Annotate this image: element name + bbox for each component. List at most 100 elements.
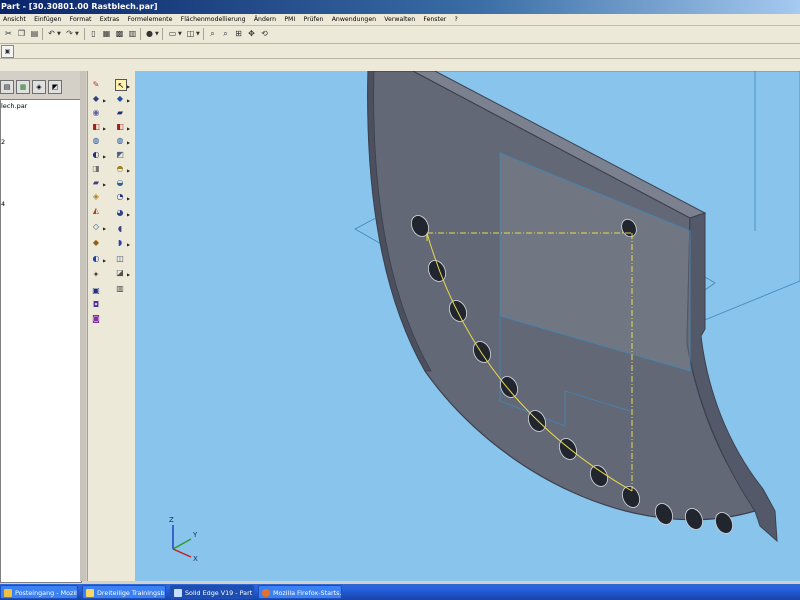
blend-icon[interactable]: ◒ <box>115 177 125 187</box>
chevron-down-icon[interactable]: ▼ <box>57 31 61 37</box>
sketch-icon[interactable]: ✎ <box>91 79 101 89</box>
vent-icon[interactable]: ▣ <box>91 285 101 295</box>
mirror-icon[interactable]: ◭ <box>91 205 101 215</box>
thicken-icon[interactable]: ◗ <box>115 237 125 247</box>
page-icon[interactable]: ▯ <box>88 28 99 39</box>
chevron-down-icon[interactable]: ▼ <box>75 31 79 37</box>
menu-verwalten[interactable]: Verwalten <box>381 14 418 25</box>
menu-ansicht[interactable]: Ansicht <box>0 14 29 25</box>
chevron-down-icon[interactable]: ▼ <box>196 31 200 37</box>
splitter[interactable] <box>80 71 86 581</box>
draft-icon[interactable]: ◆ <box>91 237 101 247</box>
zoom-icon[interactable]: ⌕ <box>220 28 231 39</box>
part-icon[interactable]: ◆ <box>115 93 125 103</box>
view-orientation-icon[interactable]: ◫ <box>185 28 196 39</box>
plane-icon[interactable]: ◇ <box>91 221 101 231</box>
chevron-down-icon[interactable]: ▶ <box>127 272 130 277</box>
menu-help[interactable]: ? <box>452 14 461 25</box>
chevron-down-icon[interactable]: ▶ <box>103 126 106 131</box>
hole-icon[interactable]: ◍ <box>91 135 101 145</box>
print-icon[interactable]: ▦ <box>101 28 112 39</box>
menu-formelemente[interactable]: Formelemente <box>124 14 175 25</box>
hole-icon[interactable]: ◍ <box>115 135 125 145</box>
paste-icon[interactable]: ▤ <box>29 28 40 39</box>
display-mode-icon[interactable]: ▭ <box>167 28 178 39</box>
select-mode-icon[interactable]: ▣ <box>1 45 14 58</box>
chevron-down-icon[interactable]: ▶ <box>103 258 106 263</box>
revolve-icon[interactable]: ◉ <box>91 107 101 117</box>
tree-item-part[interactable]: lech.par <box>1 102 27 110</box>
taskbar-item-firefox[interactable]: Mozilla Firefox-Starts... <box>258 585 342 599</box>
parting-icon[interactable]: ▥ <box>115 283 125 293</box>
menu-pmi[interactable]: PMI <box>281 14 298 25</box>
undo-icon[interactable]: ↶ <box>46 28 57 39</box>
menu-format[interactable]: Format <box>67 14 95 25</box>
taskbar-item-folder[interactable]: Dreiteilige Trainingsbank <box>82 585 166 599</box>
rib-icon[interactable]: ▰ <box>91 177 101 187</box>
thin-wall-icon[interactable]: ◨ <box>91 163 101 173</box>
loft-icon[interactable]: ◕ <box>115 207 125 217</box>
menu-einfuegen[interactable]: Einfügen <box>31 14 64 25</box>
sweep-icon[interactable]: ◔ <box>115 191 125 201</box>
chevron-down-icon[interactable]: ▶ <box>103 226 106 231</box>
web-network-icon[interactable]: ✦ <box>91 269 101 279</box>
sphere-render-icon[interactable]: ● <box>144 28 155 39</box>
chevron-down-icon[interactable]: ▶ <box>127 140 130 145</box>
pan-icon[interactable]: ✥ <box>246 28 257 39</box>
menu-pruefen[interactable]: Prüfen <box>300 14 326 25</box>
fit-icon[interactable]: ⊞ <box>233 28 244 39</box>
menu-anwendungen[interactable]: Anwendungen <box>329 14 379 25</box>
menu-fenster[interactable]: Fenster <box>420 14 449 25</box>
chevron-down-icon[interactable]: ▶ <box>127 242 130 247</box>
layers-icon[interactable]: ◈ <box>32 80 46 94</box>
tree-view-icon[interactable]: ▤ <box>0 80 14 94</box>
cut-icon[interactable]: ✂ <box>3 28 14 39</box>
title-bar: Part - [30.30801.00 Rastblech.par] <box>0 0 800 14</box>
tree-item[interactable]: 2 <box>1 138 5 146</box>
protrusion-icon[interactable]: ▰ <box>115 107 125 117</box>
chevron-down-icon[interactable]: ▼ <box>178 31 182 37</box>
chevron-down-icon[interactable]: ▶ <box>127 84 130 89</box>
menu-extras[interactable]: Extras <box>97 14 123 25</box>
mount-boss-icon[interactable]: ◘ <box>91 299 101 309</box>
chevron-down-icon[interactable]: ▶ <box>127 168 130 173</box>
cutout-icon[interactable]: ◧ <box>115 121 125 131</box>
firefox-icon <box>262 589 270 597</box>
chevron-down-icon[interactable]: ▶ <box>127 126 130 131</box>
offset-icon[interactable]: ◖ <box>115 223 125 233</box>
boolean-icon[interactable]: ◪ <box>115 267 125 277</box>
taskbar-item-mail[interactable]: Posteingang - Mozilla ... <box>0 585 78 599</box>
chevron-down-icon[interactable]: ▶ <box>127 196 130 201</box>
feature-tree[interactable]: lech.par 2 4 <box>0 99 82 583</box>
menu-aendern[interactable]: Ändern <box>251 14 279 25</box>
chevron-down-icon[interactable]: ▼ <box>155 31 159 37</box>
lip-icon[interactable]: ◐ <box>91 253 101 263</box>
taskbar-item-solid-edge[interactable]: Solid Edge V19 - Part ... <box>170 585 254 599</box>
split-icon[interactable]: ◫ <box>115 253 125 263</box>
zoom-area-icon[interactable]: ⌕ <box>207 28 218 39</box>
chevron-down-icon[interactable]: ▶ <box>103 154 106 159</box>
rotate-icon[interactable]: ⟲ <box>259 28 270 39</box>
redo-icon[interactable]: ↷ <box>64 28 75 39</box>
select-tool-icon[interactable]: ↖ <box>115 79 127 91</box>
chevron-down-icon[interactable]: ▶ <box>127 98 130 103</box>
surface-icon[interactable]: ◓ <box>115 163 125 173</box>
tree-item[interactable]: 4 <box>1 200 5 208</box>
menu-flaechenmodellierung[interactable]: Flächenmodellierung <box>178 14 249 25</box>
chamfer-icon[interactable]: ◩ <box>115 149 125 159</box>
chevron-down-icon[interactable]: ▶ <box>127 212 130 217</box>
3d-viewport[interactable]: Z Y X <box>135 71 800 581</box>
round-icon[interactable]: ◐ <box>91 149 101 159</box>
grid-icon[interactable]: ▩ <box>114 28 125 39</box>
table-icon[interactable]: ▥ <box>127 28 138 39</box>
chevron-down-icon[interactable]: ▶ <box>103 98 106 103</box>
helix-icon[interactable]: ◙ <box>91 313 101 323</box>
chevron-down-icon[interactable]: ▶ <box>103 182 106 187</box>
extrude-icon[interactable]: ◆ <box>91 93 101 103</box>
part-model[interactable]: Z Y X <box>135 71 800 581</box>
pattern-icon[interactable]: ◈ <box>91 191 101 201</box>
copy-icon[interactable]: ❐ <box>16 28 27 39</box>
library-icon[interactable]: ▦ <box>16 80 30 94</box>
cutout-icon[interactable]: ◧ <box>91 121 101 131</box>
sensor-icon[interactable]: ◩ <box>48 80 62 94</box>
